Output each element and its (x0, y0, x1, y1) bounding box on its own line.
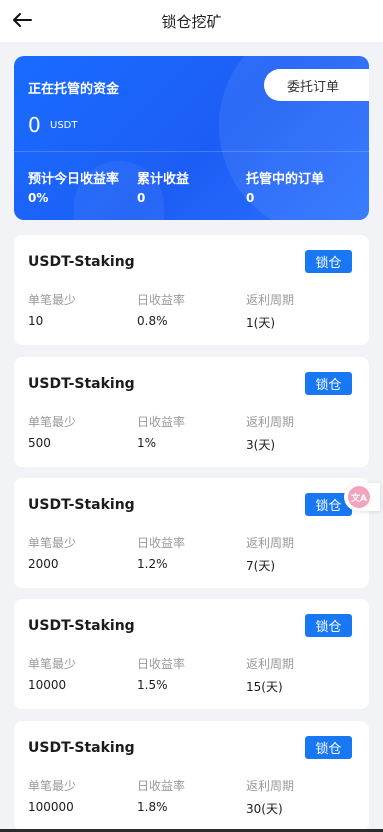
managed-funds-unit: USDT (50, 120, 78, 131)
daily-yield-value: 1.8% (137, 800, 168, 814)
product-card: USDT-Staking 锁仓 单笔最少 日收益率 返利周期 10 0.8% 1… (14, 235, 369, 345)
payout-period-label: 返利周期 (246, 415, 295, 429)
payout-period-value: 30(天) (246, 802, 283, 816)
expected-yield-label: 预计今日收益率 (28, 172, 120, 187)
min-per-order-label: 单笔最少 (28, 657, 77, 671)
page-title: 锁仓挖矿 (161, 13, 222, 31)
payout-period-label: 返利周期 (246, 536, 295, 550)
daily-yield-value: 1% (137, 436, 157, 450)
product-name: USDT-Staking (28, 497, 135, 513)
product-name: USDT-Staking (28, 376, 135, 392)
payout-period-value: 1(天) (246, 316, 275, 330)
daily-yield-label: 日收益率 (137, 536, 186, 550)
payout-period-value: 7(天) (246, 559, 275, 573)
managed-funds-label: 正在托管的资金 (28, 82, 120, 97)
min-per-order-value: 500 (28, 436, 51, 450)
product-card: USDT-Staking 锁仓 单笔最少 日收益率 返利周期 10000 1.5… (14, 599, 369, 709)
payout-period-label: 返利周期 (246, 779, 295, 793)
lock-button[interactable]: 锁仓 (305, 372, 352, 395)
daily-yield-label: 日收益率 (137, 657, 186, 671)
min-per-order-label: 单笔最少 (28, 415, 77, 429)
payout-period-value: 15(天) (246, 680, 283, 694)
product-name: USDT-Staking (28, 740, 135, 756)
product-card: USDT-Staking 锁仓 单笔最少 日收益率 返利周期 500 1% 3(… (14, 357, 369, 467)
daily-yield-label: 日收益率 (137, 779, 186, 793)
min-per-order-value: 10 (28, 314, 44, 328)
product-name: USDT-Staking (28, 618, 135, 634)
lock-button[interactable]: 锁仓 (305, 736, 352, 759)
translate-widget[interactable]: 文A (344, 483, 380, 511)
translate-icon: 文A (348, 486, 370, 508)
lock-button[interactable]: 锁仓 (305, 614, 352, 637)
total-earnings-label: 累计收益 (137, 172, 190, 187)
daily-yield-label: 日收益率 (137, 293, 186, 307)
product-name: USDT-Staking (28, 254, 135, 270)
managed-funds-panel: 正在托管的资金 0 USDT 委托订单 预计今日收益率 0% 累计收益 0 托管… (14, 56, 369, 220)
payout-period-value: 3(天) (246, 438, 275, 452)
min-per-order-value: 10000 (28, 678, 67, 692)
payout-period-label: 返利周期 (246, 293, 295, 307)
daily-yield-value: 0.8% (137, 314, 168, 328)
delegate-orders-button[interactable]: 委托订单 (264, 69, 369, 101)
daily-yield-value: 1.5% (137, 678, 168, 692)
top-bar: 锁仓挖矿 (0, 0, 383, 42)
lock-button[interactable]: 锁仓 (305, 250, 352, 273)
product-card: USDT-Staking 锁仓 单笔最少 日收益率 返利周期 2000 1.2%… (14, 478, 369, 588)
managed-funds-amount: 0 (28, 113, 41, 137)
min-per-order-label: 单笔最少 (28, 293, 77, 307)
product-card: USDT-Staking 锁仓 单笔最少 日收益率 返利周期 100000 1.… (14, 721, 369, 831)
daily-yield-label: 日收益率 (137, 415, 186, 429)
payout-period-label: 返利周期 (246, 657, 295, 671)
total-earnings-value: 0 (137, 191, 146, 205)
daily-yield-value: 1.2% (137, 557, 168, 571)
min-per-order-value: 100000 (28, 800, 74, 814)
active-orders-value: 0 (246, 191, 255, 205)
panel-divider (14, 151, 369, 152)
active-orders-label: 托管中的订单 (246, 172, 325, 187)
min-per-order-value: 2000 (28, 557, 59, 571)
expected-yield-value: 0% (28, 191, 49, 205)
min-per-order-label: 单笔最少 (28, 779, 77, 793)
min-per-order-label: 单笔最少 (28, 536, 77, 550)
